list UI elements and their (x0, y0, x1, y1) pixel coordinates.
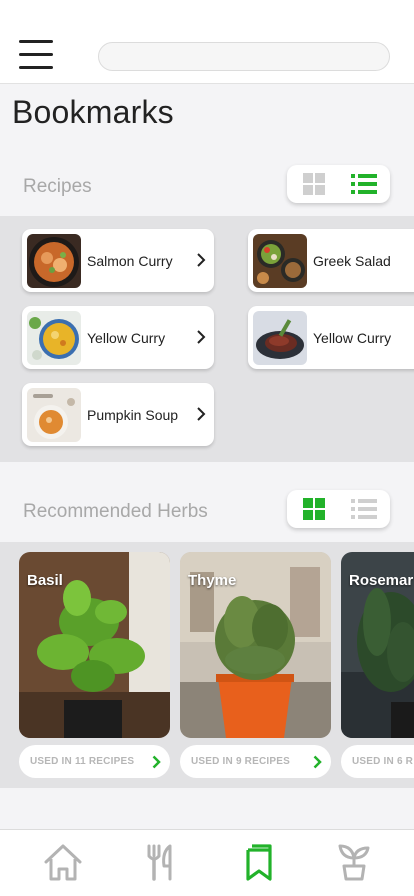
herb-name: Basil (27, 572, 63, 589)
bookmark-icon (246, 844, 272, 881)
herb-card[interactable]: Basil (19, 552, 170, 738)
steak-photo (253, 311, 307, 365)
recipe-name: Yellow Curry (87, 330, 166, 346)
herbs-carousel[interactable]: Basil USED IN 11 RECIPES Thyme USED IN 9… (0, 542, 414, 788)
herb-icon (338, 844, 370, 881)
recipes-list: Salmon Curry Greek Salad Yellow Curry Ye… (0, 216, 414, 462)
recipe-card[interactable]: Pumpkin Soup (22, 383, 214, 446)
recipe-name: Yellow Curry (313, 330, 392, 346)
list-icon (351, 499, 377, 519)
used-in-recipes-button[interactable]: USED IN 9 RECIPES (180, 745, 331, 778)
recipe-card[interactable]: Salmon Curry (22, 229, 214, 292)
grid-icon (303, 173, 325, 195)
bottom-nav (0, 829, 414, 896)
recipe-card[interactable]: Yellow Curry (22, 306, 214, 369)
grid-view-button[interactable] (289, 490, 340, 528)
used-in-recipes-label: USED IN 9 RECIPES (191, 756, 290, 767)
chevron-right-icon (313, 755, 322, 769)
list-view-button[interactable] (337, 165, 388, 203)
nav-recipes[interactable] (136, 842, 184, 886)
chevron-right-icon (152, 755, 161, 769)
search-input[interactable] (98, 42, 390, 71)
menu-icon[interactable] (19, 40, 53, 70)
chevron-right-icon (197, 253, 206, 267)
recipe-name: Pumpkin Soup (87, 407, 179, 423)
recipe-card[interactable]: Yellow Curry (248, 306, 414, 369)
nav-herbs[interactable] (330, 842, 378, 886)
top-bar (0, 0, 414, 84)
list-view-button[interactable] (337, 490, 388, 528)
herbs-section-title: Recommended Herbs (23, 501, 208, 522)
used-in-recipes-button[interactable]: USED IN 6 R (341, 745, 414, 778)
salmon-curry-photo (27, 234, 81, 288)
grid-view-button[interactable] (289, 165, 340, 203)
pumpkin-soup-photo (27, 388, 81, 442)
home-icon (44, 844, 82, 881)
recipes-section-title: Recipes (23, 176, 92, 197)
used-in-recipes-label: USED IN 11 RECIPES (30, 756, 135, 767)
herbs-view-toggle (287, 490, 390, 528)
recipes-view-toggle (287, 165, 390, 203)
list-icon (351, 174, 377, 194)
recipe-name: Greek Salad (313, 253, 391, 269)
nav-bookmarks[interactable] (235, 842, 283, 886)
herb-card[interactable]: Thyme (180, 552, 331, 738)
yellow-curry-photo (27, 311, 81, 365)
herb-name: Thyme (188, 572, 237, 589)
herb-name: Rosemar (349, 572, 414, 589)
used-in-recipes-button[interactable]: USED IN 11 RECIPES (19, 745, 170, 778)
recipe-card[interactable]: Greek Salad (248, 229, 414, 292)
herb-card[interactable]: Rosemar (341, 552, 414, 738)
nav-home[interactable] (39, 842, 87, 886)
page-title: Bookmarks (12, 94, 174, 130)
used-in-recipes-label: USED IN 6 R (352, 756, 414, 767)
utensils-icon (147, 844, 172, 881)
chevron-right-icon (197, 407, 206, 421)
recipe-name: Salmon Curry (87, 253, 173, 269)
grid-icon (303, 498, 325, 520)
chevron-right-icon (197, 330, 206, 344)
greek-salad-photo (253, 234, 307, 288)
